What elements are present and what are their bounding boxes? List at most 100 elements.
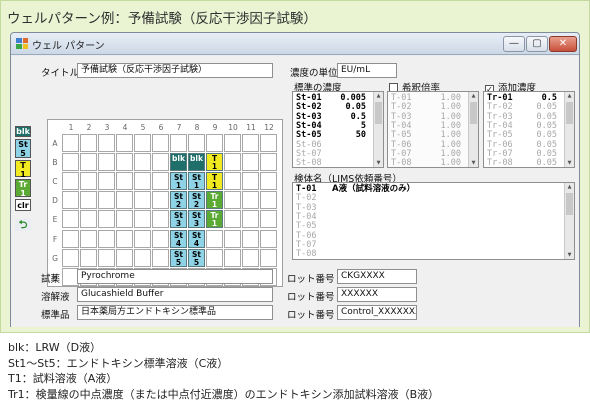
dil-scrollbar[interactable]: ▲ ▼	[468, 92, 478, 167]
well[interactable]	[152, 248, 169, 267]
spike-concentration-list[interactable]: Tr-01 0.5 Tr-02 0.05 Tr-03 0.05 Tr-04 0.05 Tr-05…	[483, 91, 575, 168]
minimize-button[interactable]: —	[503, 36, 525, 52]
well[interactable]	[98, 153, 115, 172]
well[interactable]	[116, 153, 133, 172]
well[interactable]	[224, 248, 241, 267]
well[interactable]	[152, 191, 169, 210]
list-item[interactable]: T-08	[296, 250, 332, 259]
well[interactable]	[116, 191, 133, 210]
well[interactable]	[260, 248, 277, 267]
well[interactable]	[152, 210, 169, 229]
palette-swatch[interactable]: blk	[15, 126, 31, 137]
well[interactable]	[224, 229, 241, 248]
well[interactable]	[188, 134, 205, 152]
well[interactable]	[152, 172, 169, 191]
lot2-field[interactable]: XXXXXX	[337, 287, 417, 302]
well[interactable]: St 2	[170, 191, 187, 210]
well[interactable]	[116, 248, 133, 267]
list-item[interactable]: St-02 0.05	[296, 103, 366, 112]
well[interactable]	[98, 229, 115, 248]
well[interactable]	[80, 191, 97, 210]
well[interactable]	[206, 229, 223, 248]
well[interactable]	[260, 191, 277, 210]
palette-swatch[interactable]: T 1	[15, 160, 31, 179]
well[interactable]	[224, 210, 241, 229]
std-scrollbar[interactable]: ▲ ▼	[373, 92, 383, 167]
well[interactable]	[134, 248, 151, 267]
maximize-button[interactable]: ▢	[526, 36, 548, 52]
well[interactable]	[62, 134, 79, 152]
well[interactable]	[170, 134, 187, 152]
well[interactable]	[98, 191, 115, 210]
std-concentration-list[interactable]: St-01 0.005 St-02 0.05 St-03 0.5 St-04 5 St-05 50…	[292, 91, 384, 168]
lot3-field[interactable]: Control_XXXXXXX	[337, 305, 417, 320]
well[interactable]	[80, 210, 97, 229]
list-item[interactable]: T-02 1.00	[391, 103, 461, 112]
well[interactable]	[98, 210, 115, 229]
well[interactable]	[62, 248, 79, 267]
well[interactable]	[80, 248, 97, 267]
well[interactable]	[152, 134, 169, 152]
well[interactable]	[80, 229, 97, 248]
well[interactable]: St 3	[170, 210, 187, 229]
well[interactable]	[260, 229, 277, 248]
well[interactable]	[80, 153, 97, 172]
well[interactable]	[260, 134, 277, 152]
well[interactable]	[224, 134, 241, 152]
palette-swatch[interactable]: clr	[15, 199, 31, 211]
well[interactable]: St 4	[188, 229, 205, 248]
well[interactable]	[224, 172, 241, 191]
list-item[interactable]: St-08	[296, 159, 366, 167]
well[interactable]: St 1	[170, 172, 187, 191]
well[interactable]: St 5	[188, 248, 205, 267]
well[interactable]	[116, 134, 133, 152]
sample-name-list[interactable]: T-01 A液（試料溶液のみ） T-02 T-03 T-04 T-05 T-06 T-07 T-…	[292, 182, 575, 260]
well[interactable]	[62, 191, 79, 210]
dilution-list[interactable]: T-01 1.00 T-02 1.00 T-03 1.00 T-04 1.00 T-05 1.00…	[387, 91, 479, 168]
solvent-field[interactable]: Glucashield Buffer	[77, 287, 273, 302]
well[interactable]	[152, 153, 169, 172]
unit-field[interactable]: EU/mL	[337, 63, 397, 78]
well[interactable]	[242, 134, 259, 152]
well[interactable]	[206, 134, 223, 152]
well[interactable]	[62, 153, 79, 172]
well[interactable]	[80, 134, 97, 152]
well[interactable]	[242, 229, 259, 248]
well[interactable]	[242, 191, 259, 210]
lot1-field[interactable]: CKGXXXX	[337, 269, 417, 284]
well[interactable]	[260, 172, 277, 191]
window-titlebar[interactable]: ウェル パターン — ▢ ✕	[11, 33, 579, 55]
well[interactable]	[242, 153, 259, 172]
well[interactable]	[134, 210, 151, 229]
well[interactable]	[224, 153, 241, 172]
well[interactable]	[242, 248, 259, 267]
well[interactable]	[116, 172, 133, 191]
well[interactable]	[134, 172, 151, 191]
well[interactable]	[134, 229, 151, 248]
well[interactable]	[260, 153, 277, 172]
well[interactable]	[98, 248, 115, 267]
close-button[interactable]: ✕	[549, 36, 577, 52]
well[interactable]	[152, 229, 169, 248]
well[interactable]	[224, 191, 241, 210]
list-item[interactable]: T-08 1.00	[391, 159, 461, 167]
well[interactable]	[62, 210, 79, 229]
palette-swatch[interactable]: St 5	[15, 139, 31, 158]
well[interactable]: St 2	[188, 191, 205, 210]
well[interactable]: blk	[170, 153, 187, 172]
list-item[interactable]: T-05 1.00	[391, 131, 461, 140]
well[interactable]: St 1	[188, 172, 205, 191]
well[interactable]	[134, 134, 151, 152]
well[interactable]: St 4	[170, 229, 187, 248]
spike-scrollbar[interactable]: ▲ ▼	[564, 92, 574, 167]
title-field[interactable]: 予備試験（反応干渉因子試験）	[77, 63, 273, 78]
well[interactable]: T 1	[206, 172, 223, 191]
list-item[interactable]: Tr-02 0.05	[487, 103, 557, 112]
reagent-field[interactable]: Pyrochrome	[77, 269, 273, 284]
well[interactable]	[98, 134, 115, 152]
well[interactable]	[80, 172, 97, 191]
list-item[interactable]: St-05 50	[296, 131, 366, 140]
well[interactable]	[206, 248, 223, 267]
well[interactable]: Tr 1	[206, 191, 223, 210]
well[interactable]	[98, 172, 115, 191]
